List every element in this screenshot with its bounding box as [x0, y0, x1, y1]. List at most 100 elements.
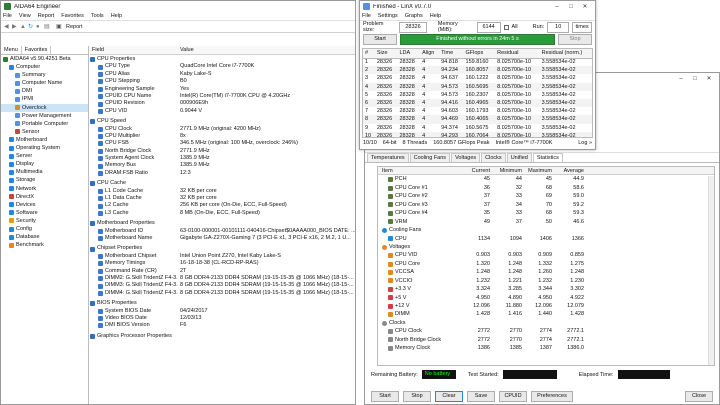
tab-unified[interactable]: Unified — [506, 153, 532, 162]
stats-row[interactable]: CPU Core #2 37 33 69 59.0 — [378, 192, 714, 200]
linx-result-row[interactable]: 6 28326 28328 4 94.416 160.4965 8.025700e-10 3.… — [363, 98, 592, 108]
property-row[interactable]: North Bridge Clock 2771.9 MHz — [90, 148, 355, 155]
linx-menu-settings[interactable]: Settings — [378, 13, 398, 19]
tree-item[interactable]: Network — [1, 185, 88, 193]
property-row[interactable]: System Agent Clock 1385.9 MHz — [90, 155, 355, 162]
hwmon-close-button[interactable]: Close — [685, 391, 713, 402]
hwmon-maximize-icon[interactable]: □ — [688, 76, 702, 82]
run-count-input[interactable]: 10 — [547, 21, 570, 33]
tab-clocks[interactable]: Clocks — [481, 153, 506, 162]
property-row[interactable]: CPU Stepping B0 — [90, 78, 355, 85]
stats-scrollbar[interactable] — [708, 176, 714, 365]
stats-row[interactable]: VRM 49 37 50 46.6 — [378, 218, 714, 226]
col-item[interactable]: Item — [378, 167, 464, 174]
hwmon-stop-button[interactable]: Stop — [403, 391, 431, 402]
stats-row[interactable]: +5 V 4.950 4.890 4.950 4.922 — [378, 294, 714, 302]
property-row[interactable]: Motherboard Chipset Intel Union Point Z27… — [90, 253, 355, 260]
tab-statistics[interactable]: Statistics — [532, 153, 563, 162]
hwmon-minimize-icon[interactable]: – — [674, 76, 688, 82]
linx-start-button[interactable]: Start — [363, 34, 397, 45]
col-residual-norm[interactable]: Residual (norm.) — [539, 49, 592, 59]
back-icon[interactable]: ◀ — [4, 23, 12, 30]
user-icon[interactable]: ● — [36, 24, 44, 30]
linx-result-row[interactable]: 8 28326 28328 4 94.469 160.4065 8.025700e-10 3.… — [363, 115, 592, 124]
tree-item[interactable]: Multimedia — [1, 168, 88, 176]
stats-row[interactable]: VCCSA 1.248 1.248 1.260 1.248 — [378, 268, 714, 276]
tree-item[interactable]: AIDA64 v5.90.4251 Beta — [1, 55, 88, 63]
linx-log-link[interactable]: Log » — [578, 140, 592, 146]
tree-item[interactable]: Overclock — [1, 103, 88, 112]
tree-item[interactable]: Database — [1, 233, 88, 241]
hwmon-save-button[interactable]: Save — [467, 391, 495, 402]
menu-tools[interactable]: Tools — [91, 13, 104, 19]
stats-row[interactable]: +12 V 12.096 11.880 12.096 12.079 — [378, 302, 714, 310]
forward-icon[interactable]: ▶ — [12, 23, 20, 30]
property-row[interactable]: CPUID Revision 000906E9h — [90, 100, 355, 107]
tree-item[interactable]: DMI — [1, 87, 88, 95]
stats-row[interactable]: VCCIO 1.232 1.221 1.232 1.230 — [378, 277, 714, 285]
tree-item[interactable]: Computer Name — [1, 79, 88, 87]
property-row[interactable]: CPU FSB 346.5 MHz (original: 100 MHz, ove… — [90, 140, 355, 147]
all-checkbox[interactable] — [503, 24, 509, 30]
tree-item[interactable]: Operating System — [1, 144, 88, 152]
property-row[interactable]: Engineering Sample Yes — [90, 86, 355, 93]
property-row[interactable]: Memory Bus 1385.9 MHz — [90, 162, 355, 169]
tree-item[interactable]: Power Management — [1, 112, 88, 120]
tree-item[interactable]: Computer — [1, 63, 88, 71]
minimize-icon[interactable]: – — [550, 4, 564, 10]
property-row[interactable]: DIMM3: G.Skill TridentZ F4-3... 8 GB DDR4… — [90, 282, 355, 289]
property-row[interactable]: DIMM4: G.Skill TridentZ F4-3... 8 GB DDR4… — [90, 290, 355, 297]
linx-result-row[interactable]: 3 28326 28328 4 94.637 160.1222 8.025700e-10 3.… — [363, 74, 592, 82]
linx-result-row[interactable]: 2 28326 28328 4 94.234 160.8057 8.025700e-10 3.… — [363, 66, 592, 75]
property-row[interactable]: DIMM2: G.Skill TridentZ F4-3... 8 GB DDR4… — [90, 275, 355, 282]
tree-item[interactable]: Benchmark — [1, 241, 88, 249]
property-row[interactable]: CPU Alias Kaby Lake-S — [90, 71, 355, 78]
tree-item[interactable]: Security — [1, 217, 88, 225]
col-size[interactable]: Size — [374, 49, 398, 59]
linx-menu-help[interactable]: Help — [430, 13, 441, 19]
run-unit-select[interactable]: times — [572, 21, 593, 33]
property-row[interactable]: L2 Cache 256 KB per core (On-Die, ECC, Fu… — [90, 202, 355, 209]
col-num[interactable]: # — [363, 49, 375, 59]
col-maximum[interactable]: Maximum — [522, 167, 552, 174]
stats-row[interactable]: CPU Clock 2772 2770 2774 2772.1 — [378, 327, 714, 335]
menu-report[interactable]: Report — [38, 13, 55, 19]
problem-size-select[interactable]: 28326 — [399, 21, 427, 33]
property-row[interactable]: Motherboard ID 63-0100-000001-00101111-04… — [90, 228, 355, 235]
hwmon-cpuid-button[interactable]: CPUID — [499, 391, 527, 402]
stats-row[interactable]: CPU 1134 1094 1406 1366 — [378, 235, 714, 243]
menu-view[interactable]: View — [19, 13, 31, 19]
tree-item[interactable]: Motherboard — [1, 136, 88, 144]
stats-row[interactable]: CPU Core #4 35 33 68 59.3 — [378, 209, 714, 217]
property-row[interactable]: DMI BIOS Version F6 — [90, 322, 355, 329]
tree-item[interactable]: Display — [1, 160, 88, 168]
tab-voltages[interactable]: Voltages — [451, 153, 481, 162]
property-row[interactable]: L1 Data Cache 32 KB per core — [90, 195, 355, 202]
menu-file[interactable]: File — [3, 13, 12, 19]
property-row[interactable]: Motherboard Name Gigabyte GA-Z270X-Gaming… — [90, 235, 355, 242]
property-row[interactable]: Command Rate (CR) 2T — [90, 268, 355, 275]
close-icon[interactable]: ✕ — [578, 3, 592, 10]
tree-item[interactable]: Server — [1, 152, 88, 160]
property-row[interactable]: L1 Code Cache 32 KB per core — [90, 188, 355, 195]
property-row[interactable]: CPU Clock 2771.9 MHz (original: 4200 MHz) — [90, 126, 355, 133]
property-row[interactable]: CPU Type QuadCore Intel Core i7-7700K — [90, 63, 355, 70]
tab-cooling-fans[interactable]: Cooling Fans — [409, 153, 451, 162]
stats-group[interactable]: Cooling Fans — [378, 226, 714, 234]
linx-result-row[interactable]: 5 28326 28328 4 94.573 160.2307 8.025700e-10 3.… — [363, 91, 592, 99]
tab-favorites[interactable]: Favorites — [22, 46, 52, 54]
tree-item[interactable]: Sensor — [1, 128, 88, 136]
linx-stop-button[interactable]: Stop — [558, 34, 592, 45]
tree-item[interactable]: Storage — [1, 176, 88, 184]
stats-row[interactable]: CPU VID 0.903 0.903 0.909 0.859 — [378, 251, 714, 259]
tab-menu[interactable]: Menu — [1, 46, 22, 54]
tree-item[interactable]: DirectX — [1, 193, 88, 201]
chart-icon[interactable]: ▤ — [44, 23, 52, 30]
menu-favorites[interactable]: Favorites — [61, 13, 84, 19]
tab-temperatures[interactable]: Temperatures — [367, 153, 409, 162]
linx-menu-graphs[interactable]: Graphs — [405, 13, 423, 19]
linx-menu-file[interactable]: File — [362, 13, 371, 19]
tree-item[interactable]: Portable Computer — [1, 120, 88, 128]
report-icon[interactable]: ▣ — [56, 23, 64, 30]
menu-help[interactable]: Help — [111, 13, 122, 19]
